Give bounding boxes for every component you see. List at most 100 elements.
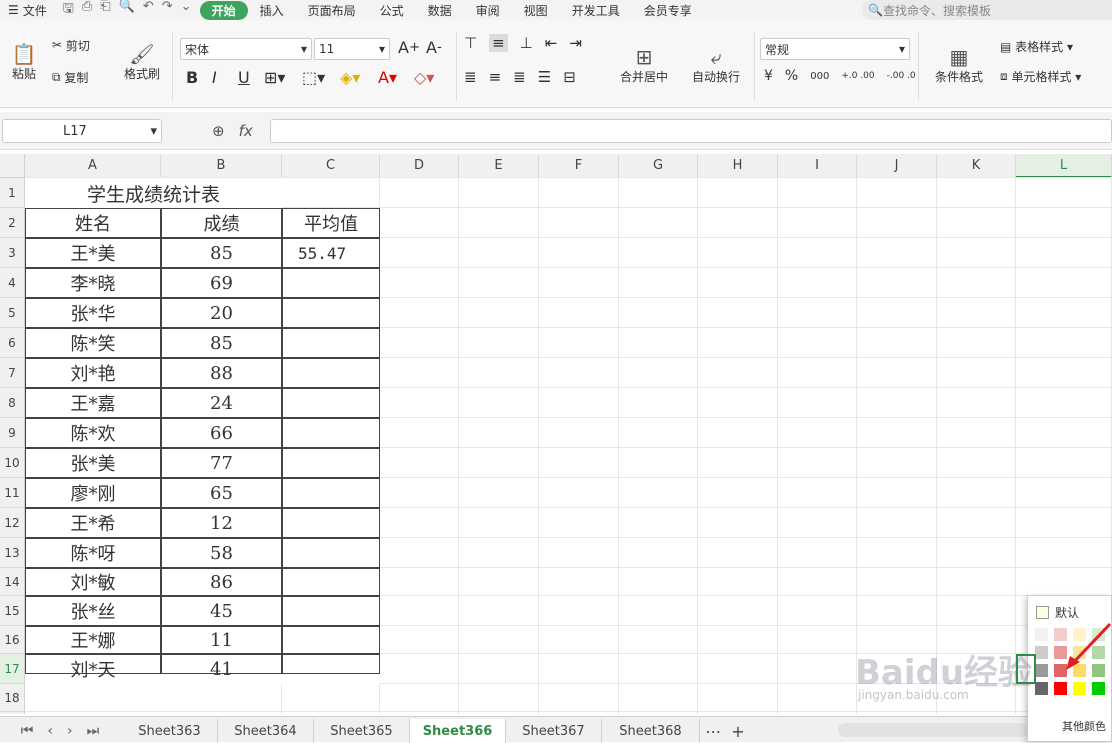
spreadsheet-grid[interactable]: ABCDEFGHIJKL1234567891011121314151617181… [0, 154, 1112, 714]
name-cell[interactable]: 张*丝 [25, 596, 161, 626]
average-cell[interactable] [282, 448, 380, 478]
table-header[interactable]: 成绩 [161, 208, 282, 238]
name-cell[interactable]: 陈*笑 [25, 328, 161, 358]
score-cell[interactable]: 12 [161, 508, 282, 538]
last-sheet-icon[interactable]: ⏭ [87, 723, 100, 739]
decrease-font-button[interactable]: A- [426, 38, 442, 57]
column-header[interactable]: F [539, 154, 619, 178]
row-header[interactable]: 15 [0, 596, 25, 626]
name-cell[interactable]: 王*娜 [25, 626, 161, 654]
undo-icon[interactable]: ↶ [143, 0, 154, 21]
fx-button[interactable]: fx [239, 122, 253, 140]
name-cell[interactable]: 李*晓 [25, 268, 161, 298]
name-cell[interactable]: 王*希 [25, 508, 161, 538]
vertical-align-group[interactable]: ⊤ ≡ ⊥ ⇤ ⇥ [464, 34, 582, 52]
score-cell[interactable]: 88 [161, 358, 282, 388]
fill-color-icon[interactable]: ◈▾ [340, 68, 360, 87]
column-header[interactable]: H [698, 154, 778, 178]
cell-style-button[interactable]: ⧈ 单元格样式 ▾ [1000, 68, 1081, 85]
add-sheet-icon[interactable]: + [731, 722, 744, 741]
average-cell[interactable] [282, 268, 380, 298]
sheet-tab[interactable]: Sheet365 [314, 719, 410, 743]
format-painter-button[interactable]: 🖌 格式刷 [118, 32, 166, 92]
column-header[interactable]: L [1016, 154, 1112, 178]
thousands-button[interactable]: 000 [810, 71, 829, 82]
row-header[interactable]: 5 [0, 298, 25, 328]
name-cell[interactable]: 刘*天 [25, 654, 161, 684]
copy-button[interactable]: ⧉ 复制 [52, 66, 88, 88]
prev-sheet-icon[interactable]: ‹ [47, 723, 53, 739]
sheet-tab[interactable]: Sheet363 [122, 719, 218, 743]
column-header[interactable]: E [459, 154, 539, 178]
command-search[interactable]: 🔍 查找命令、搜索模板 [862, 0, 1112, 20]
more-colors-option[interactable]: 其他颜色 [1062, 718, 1106, 734]
column-header[interactable]: G [619, 154, 698, 178]
menu-tab[interactable]: 视图 [512, 2, 560, 19]
row-header[interactable]: 10 [0, 448, 25, 478]
average-cell[interactable] [282, 328, 380, 358]
name-cell[interactable]: 陈*呀 [25, 538, 161, 568]
color-swatch[interactable] [1092, 682, 1105, 695]
average-cell[interactable]: 55.47 [282, 238, 380, 268]
font-name-select[interactable]: 宋体 ▾ [180, 38, 312, 60]
name-cell[interactable]: 刘*敏 [25, 568, 161, 596]
row-header[interactable]: 1 [0, 178, 25, 208]
row-header[interactable]: 11 [0, 478, 25, 508]
color-swatch[interactable] [1035, 646, 1048, 659]
score-cell[interactable]: 86 [161, 568, 282, 596]
column-header[interactable]: B [161, 154, 282, 178]
name-cell[interactable]: 刘*艳 [25, 358, 161, 388]
borders-icon[interactable]: ⊞▾ [264, 68, 285, 87]
font-size-select[interactable]: 11 ▾ [314, 38, 390, 60]
name-box[interactable]: L17 ▾ [2, 119, 162, 143]
row-header[interactable]: 4 [0, 268, 25, 298]
decimal-decrease-button[interactable]: -.00 .0 [887, 71, 916, 81]
average-cell[interactable] [282, 358, 380, 388]
sheet-tab[interactable]: Sheet367 [506, 719, 602, 743]
cell-fill-icon[interactable]: ⬚▾ [302, 68, 325, 87]
column-header[interactable]: C [282, 154, 380, 178]
column-header[interactable]: A [25, 154, 161, 178]
row-header[interactable]: 8 [0, 388, 25, 418]
name-cell[interactable]: 张*美 [25, 448, 161, 478]
score-cell[interactable]: 41 [161, 654, 282, 684]
cut-button[interactable]: ✂ 剪切 [52, 34, 90, 56]
column-header[interactable]: I [778, 154, 857, 178]
color-swatch[interactable] [1054, 682, 1067, 695]
score-cell[interactable]: 69 [161, 268, 282, 298]
menu-tab[interactable]: 数据 [416, 2, 464, 19]
score-cell[interactable]: 85 [161, 328, 282, 358]
export-icon[interactable]: ⎙ [82, 0, 92, 21]
color-swatch[interactable] [1035, 664, 1048, 677]
score-cell[interactable]: 66 [161, 418, 282, 448]
customize-icon[interactable]: ⌄ [181, 0, 192, 21]
increase-font-button[interactable]: A + [398, 38, 420, 57]
formula-input[interactable] [270, 119, 1112, 143]
score-cell[interactable]: 45 [161, 596, 282, 626]
column-header[interactable]: J [857, 154, 937, 178]
decimal-increase-button[interactable]: +.0 .00 [841, 71, 874, 81]
horizontal-scrollbar[interactable] [838, 723, 1028, 737]
distribute-icon[interactable]: ⊟ [563, 68, 576, 86]
paste-button[interactable]: 📋 粘贴 [4, 32, 44, 92]
menu-tab[interactable]: 插入 [248, 2, 296, 19]
sheet-tab[interactable]: Sheet368 [602, 719, 700, 743]
conditional-format-button[interactable]: ▦ 条件格式 [924, 38, 994, 92]
row-header[interactable]: 12 [0, 508, 25, 538]
redo-icon[interactable]: ↷ [162, 0, 173, 21]
name-cell[interactable]: 王*美 [25, 238, 161, 268]
default-color-option[interactable]: 默认 [1036, 604, 1079, 621]
table-title[interactable]: 学生成绩统计表 [25, 178, 282, 208]
align-center-icon[interactable]: ≡ [489, 68, 502, 86]
row-header[interactable]: 14 [0, 568, 25, 596]
score-cell[interactable]: 77 [161, 448, 282, 478]
first-sheet-icon[interactable]: ⏮ [21, 723, 34, 739]
sheet-tab[interactable]: Sheet366 [410, 719, 506, 743]
average-cell[interactable] [282, 654, 380, 684]
name-cell[interactable]: 王*嘉 [25, 388, 161, 418]
color-swatch[interactable] [1035, 682, 1048, 695]
align-left-icon[interactable]: ≣ [464, 68, 477, 86]
italic-button[interactable]: I [212, 68, 217, 87]
name-cell[interactable]: 陈*欢 [25, 418, 161, 448]
align-middle-icon[interactable]: ≡ [489, 34, 508, 52]
